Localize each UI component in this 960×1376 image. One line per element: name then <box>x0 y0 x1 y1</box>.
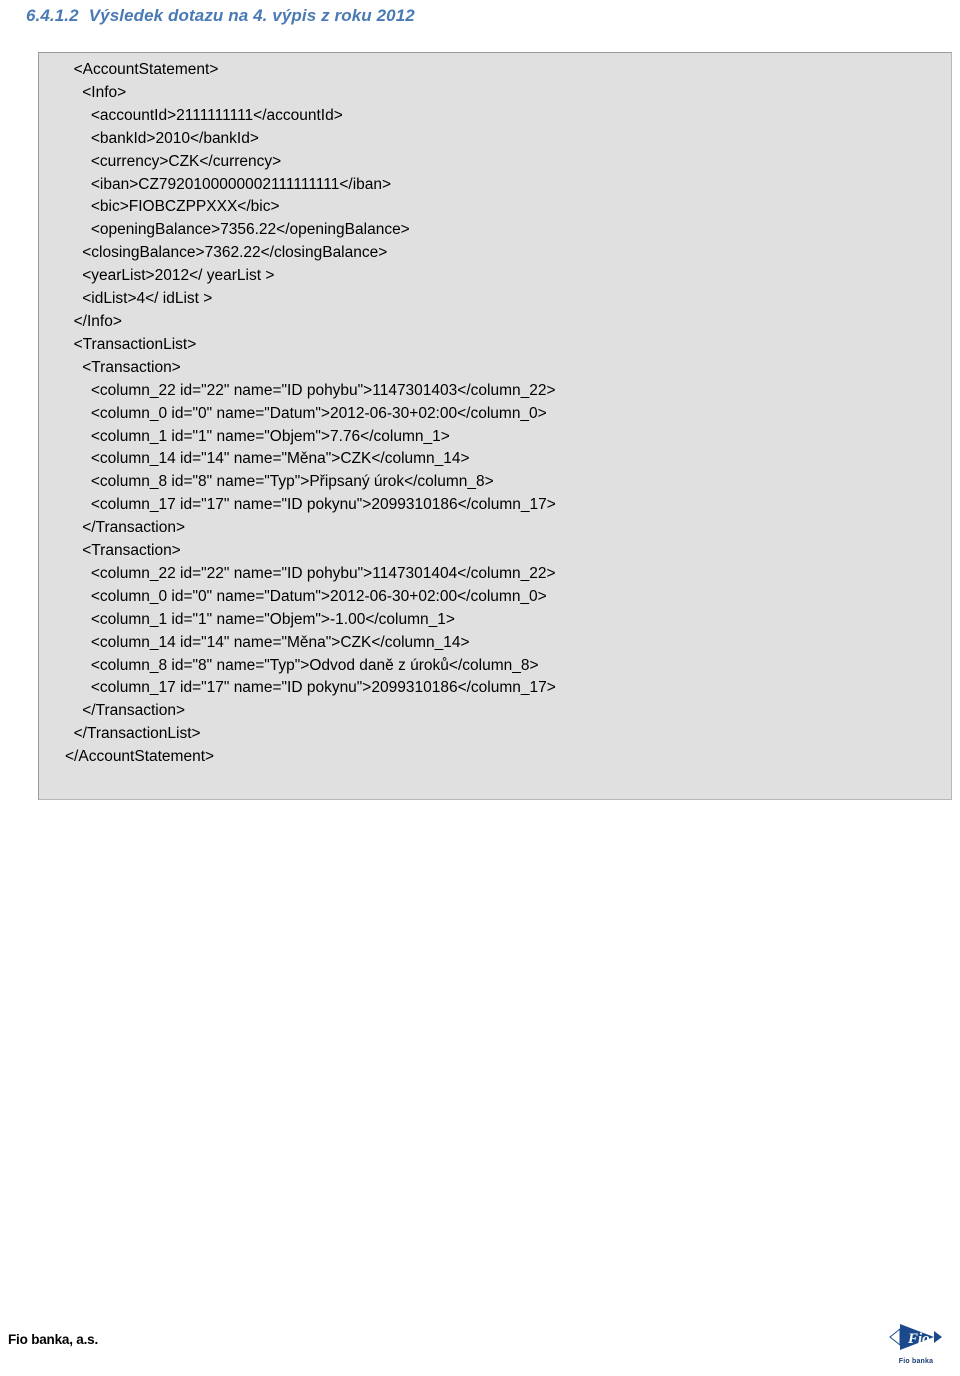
code-line: <currency>CZK</currency> <box>65 152 282 170</box>
code-line: <iban>CZ7920100000002111111111</iban> <box>65 175 392 193</box>
code-line: <column_8 id="8" name="Typ">Připsaný úro… <box>65 473 494 491</box>
xml-code-block: <AccountStatement> <Info> <accountId>211… <box>38 52 952 800</box>
code-line: <column_17 id="17" name="ID pokynu">2099… <box>65 496 556 514</box>
code-line: </Transaction> <box>65 519 186 537</box>
svg-text:Fio: Fio <box>907 1331 930 1347</box>
fio-logo-mark: Fio <box>889 1324 942 1350</box>
code-line: <idList>4</ idList > <box>65 290 213 308</box>
code-line: <column_22 id="22" name="ID pohybu">1147… <box>65 564 556 582</box>
code-line: <bankId>2010</bankId> <box>65 129 259 147</box>
code-line: <column_8 id="8" name="Typ">Odvod daně z… <box>65 656 539 674</box>
code-line: <column_22 id="22" name="ID pohybu">1147… <box>65 381 556 399</box>
code-line: <column_14 id="14" name="Měna">CZK</colu… <box>65 633 470 651</box>
fio-logo-caption: Fio banka <box>898 1358 934 1365</box>
code-line: <column_14 id="14" name="Měna">CZK</colu… <box>65 450 470 468</box>
code-line: <Info> <box>65 83 127 101</box>
page-title: 6.4.1.2 Výsledek dotazu na 4. výpis z rok… <box>26 6 415 26</box>
code-line: <accountId>2111111111</accountId> <box>65 106 343 124</box>
code-line: <column_1 id="1" name="Objem">7.76</colu… <box>65 427 450 445</box>
code-line: <yearList>2012</ yearList > <box>65 267 275 285</box>
code-line: <column_0 id="0" name="Datum">2012-06-30… <box>65 404 547 422</box>
code-line: <column_17 id="17" name="ID pokynu">2099… <box>65 679 556 697</box>
code-line: <Transaction> <box>65 542 181 560</box>
code-line: <column_0 id="0" name="Datum">2012-06-30… <box>65 587 547 605</box>
page-title-number: 6.4.1.2 <box>26 6 79 25</box>
code-line: <Transaction> <box>65 358 181 376</box>
footer-company-name: Fio banka, a.s. <box>8 1332 99 1347</box>
footer-divider <box>0 1314 960 1315</box>
code-line: <openingBalance>7356.22</openingBalance> <box>65 221 410 239</box>
code-line: </Transaction> <box>65 702 186 720</box>
code-line: <bic>FIOBCZPPXXX</bic> <box>65 198 280 216</box>
xml-code-lines: <AccountStatement> <Info> <accountId>211… <box>39 53 951 769</box>
code-line: </AccountStatement> <box>65 748 215 766</box>
code-line: <column_1 id="1" name="Objem">-1.00</col… <box>65 610 455 628</box>
code-line: </TransactionList> <box>65 725 201 743</box>
code-line: <closingBalance>7362.22</closingBalance> <box>65 244 388 262</box>
code-line: <TransactionList> <box>65 335 197 353</box>
page-title-text: Výsledek dotazu na 4. výpis z roku 2012 <box>88 6 415 25</box>
code-line: </Info> <box>65 312 122 330</box>
code-line: <AccountStatement> <box>65 61 219 78</box>
fio-banka-logo: Fio Fio banka <box>882 1318 950 1372</box>
